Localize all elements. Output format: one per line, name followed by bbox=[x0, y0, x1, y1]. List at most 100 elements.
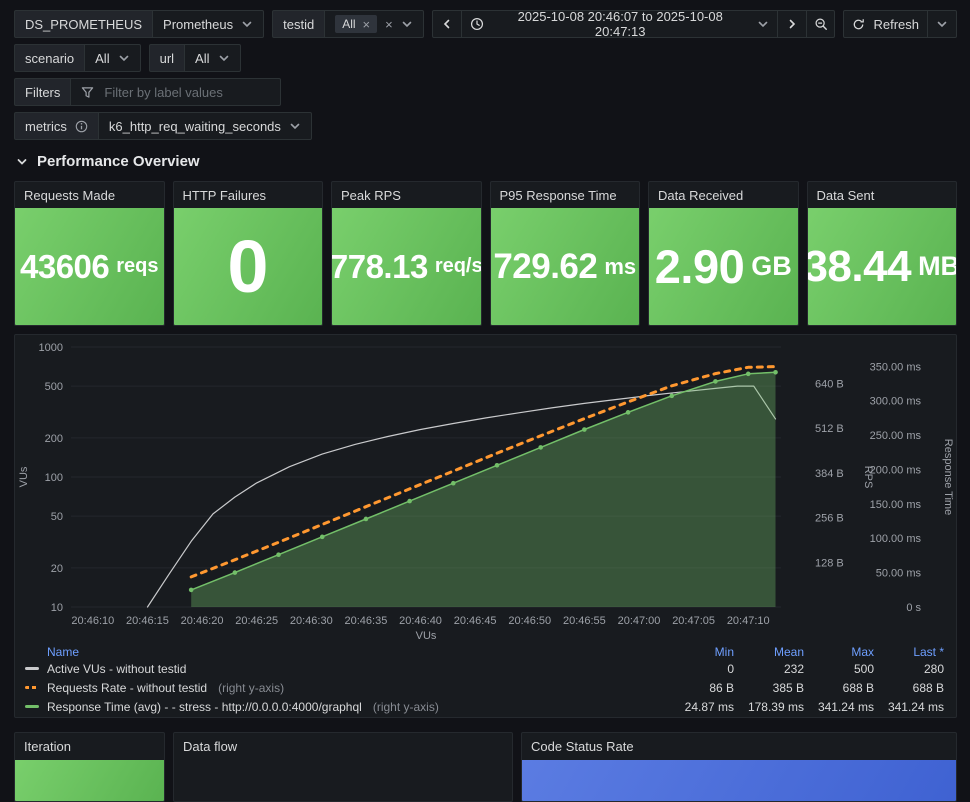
code-status-bar bbox=[522, 760, 956, 801]
datasource-select[interactable]: Prometheus bbox=[152, 10, 265, 38]
time-range-picker[interactable]: 2025-10-08 20:46:07 to 2025-10-08 20:47:… bbox=[460, 9, 778, 39]
panel-title: Iteration bbox=[24, 738, 71, 754]
stat-panel-requests-made: Requests Made 43606 reqs bbox=[14, 181, 165, 326]
svg-text:100.00 ms: 100.00 ms bbox=[870, 533, 922, 545]
legend-header-mean[interactable]: Mean bbox=[734, 645, 804, 659]
time-controls: 2025-10-08 20:46:07 to 2025-10-08 20:47:… bbox=[431, 9, 957, 39]
testid-selected-pill[interactable]: All × bbox=[335, 15, 378, 33]
stat-value-area: 38.44 MB bbox=[806, 208, 956, 325]
chevron-down-icon bbox=[757, 18, 769, 30]
legend-series-toggle[interactable]: Requests Rate - without testid (right y-… bbox=[25, 681, 664, 695]
refresh-interval-dropdown[interactable] bbox=[927, 10, 957, 38]
stat-value: 729.62 bbox=[493, 246, 598, 286]
testid-select[interactable]: All × × bbox=[324, 10, 424, 38]
chart-legend: Name Min Mean Max Last * Active VUs - wi… bbox=[15, 641, 956, 716]
timeseries-chart[interactable]: 1000 500 200 100 50 20 10 20:46:10 20:46:15 20:46… bbox=[15, 335, 956, 641]
stat-value: 38.44 bbox=[806, 241, 912, 291]
filters-control: Filters bbox=[14, 78, 282, 106]
svg-text:20:46:20: 20:46:20 bbox=[181, 615, 224, 627]
datasource-picker: DS_PROMETHEUS Prometheus bbox=[14, 10, 265, 38]
scenario-select[interactable]: All bbox=[84, 44, 141, 72]
legend-header-min[interactable]: Min bbox=[664, 645, 734, 659]
dashboard-controls: DS_PROMETHEUS Prometheus testid All × × bbox=[14, 9, 957, 140]
svg-text:250.00 ms: 250.00 ms bbox=[870, 430, 922, 442]
legend-last-value: 341.24 ms bbox=[887, 699, 944, 714]
time-shift-forward-button[interactable] bbox=[776, 10, 807, 38]
toolbar-row-1: DS_PROMETHEUS Prometheus testid All × × bbox=[14, 9, 957, 39]
metrics-select[interactable]: k6_http_req_waiting_seconds bbox=[97, 112, 312, 140]
testid-value: All bbox=[342, 17, 356, 31]
section-performance-overview[interactable]: Performance Overview bbox=[16, 153, 957, 170]
scenario-label: scenario bbox=[14, 44, 85, 72]
svg-text:350.00 ms: 350.00 ms bbox=[870, 361, 922, 373]
svg-text:VUs: VUs bbox=[416, 630, 437, 641]
zoom-out-button[interactable] bbox=[805, 10, 836, 38]
svg-text:20:47:00: 20:47:00 bbox=[618, 615, 661, 627]
refresh-button[interactable]: Refresh bbox=[843, 10, 928, 38]
filters-input[interactable] bbox=[102, 83, 271, 101]
testid-picker: testid All × × bbox=[272, 10, 424, 38]
chevron-left-icon bbox=[441, 18, 453, 30]
datasource-value: Prometheus bbox=[163, 16, 234, 32]
svg-text:512 B: 512 B bbox=[815, 423, 844, 435]
filters-input-wrap[interactable] bbox=[70, 78, 282, 106]
stat-panel-data-received: Data Received 2.90 GB bbox=[648, 181, 799, 326]
refresh-label: Refresh bbox=[873, 16, 919, 32]
svg-text:RPS: RPS bbox=[862, 466, 874, 489]
svg-text:20:46:35: 20:46:35 bbox=[345, 615, 388, 627]
svg-text:20:46:15: 20:46:15 bbox=[126, 615, 169, 627]
url-select[interactable]: All bbox=[184, 44, 241, 72]
legend-min-value: 0 bbox=[727, 661, 734, 676]
svg-text:VUs: VUs bbox=[18, 466, 30, 487]
stat-unit: reqs bbox=[116, 255, 159, 277]
svg-text:640 B: 640 B bbox=[815, 378, 844, 390]
toolbar-row-3: Filters bbox=[14, 78, 957, 106]
iteration-panel: Iteration bbox=[14, 732, 165, 802]
svg-text:20:46:10: 20:46:10 bbox=[71, 615, 114, 627]
legend-mean-value: 178.39 ms bbox=[747, 699, 804, 714]
svg-text:200.00 ms: 200.00 ms bbox=[870, 464, 922, 476]
legend-max-value: 688 B bbox=[842, 680, 874, 695]
legend-row-active-vus: Active VUs - without testid 0 232 500 28… bbox=[25, 659, 944, 678]
stats-row: Requests Made 43606 reqs HTTP Failures 0… bbox=[14, 181, 957, 326]
stat-value-area: 0 bbox=[173, 208, 322, 325]
legend-row-requests-rate: Requests Rate - without testid (right y-… bbox=[25, 678, 944, 697]
svg-text:0 s: 0 s bbox=[906, 602, 921, 614]
metrics-value: k6_http_req_waiting_seconds bbox=[108, 118, 281, 134]
svg-text:20:47:10: 20:47:10 bbox=[727, 615, 770, 627]
testid-label: testid bbox=[272, 10, 325, 38]
svg-text:20: 20 bbox=[51, 563, 63, 575]
grafana-dashboard: DS_PROMETHEUS Prometheus testid All × × bbox=[0, 0, 970, 802]
stat-value-area: 729.62 ms bbox=[490, 208, 639, 325]
svg-text:128 B: 128 B bbox=[815, 557, 844, 569]
stat-panel-peak-rps: Peak RPS 778.13 req/s bbox=[331, 181, 482, 326]
svg-text:20:46:30: 20:46:30 bbox=[290, 615, 333, 627]
legend-header-row: Name Min Mean Max Last * bbox=[25, 644, 944, 659]
svg-text:50: 50 bbox=[51, 511, 63, 523]
svg-text:200: 200 bbox=[45, 433, 63, 445]
info-circle-icon bbox=[75, 120, 88, 133]
legend-header-last[interactable]: Last * bbox=[874, 645, 944, 659]
series-name-suffix: (right y-axis) bbox=[372, 699, 439, 714]
svg-text:20:46:25: 20:46:25 bbox=[235, 615, 278, 627]
clock-icon bbox=[470, 17, 484, 31]
series-color-swatch bbox=[25, 705, 39, 708]
series-name-suffix: (right y-axis) bbox=[218, 680, 285, 695]
time-shift-back-button[interactable] bbox=[431, 10, 462, 38]
toolbar-row-4: metrics k6_http_req_waiting_seconds bbox=[14, 112, 957, 140]
chevron-down-icon bbox=[218, 52, 230, 64]
clear-all-icon[interactable]: × bbox=[385, 18, 393, 31]
metrics-label-wrap: metrics bbox=[14, 112, 98, 140]
panel-title: Data Sent bbox=[816, 187, 875, 203]
legend-header-max[interactable]: Max bbox=[804, 645, 874, 659]
magnifier-minus-icon bbox=[814, 17, 828, 31]
legend-min-value: 24.87 ms bbox=[684, 699, 734, 714]
legend-mean-value: 385 B bbox=[772, 680, 804, 695]
code-status-rate-panel: Code Status Rate bbox=[521, 732, 957, 802]
time-range-text: 2025-10-08 20:46:07 to 2025-10-08 20:47:… bbox=[517, 9, 723, 39]
funnel-icon bbox=[81, 86, 94, 99]
legend-header-name[interactable]: Name bbox=[25, 645, 664, 659]
legend-series-toggle[interactable]: Active VUs - without testid bbox=[25, 662, 664, 676]
remove-value-icon[interactable]: × bbox=[363, 18, 371, 31]
legend-series-toggle[interactable]: Response Time (avg) - - stress - http://… bbox=[25, 700, 664, 714]
